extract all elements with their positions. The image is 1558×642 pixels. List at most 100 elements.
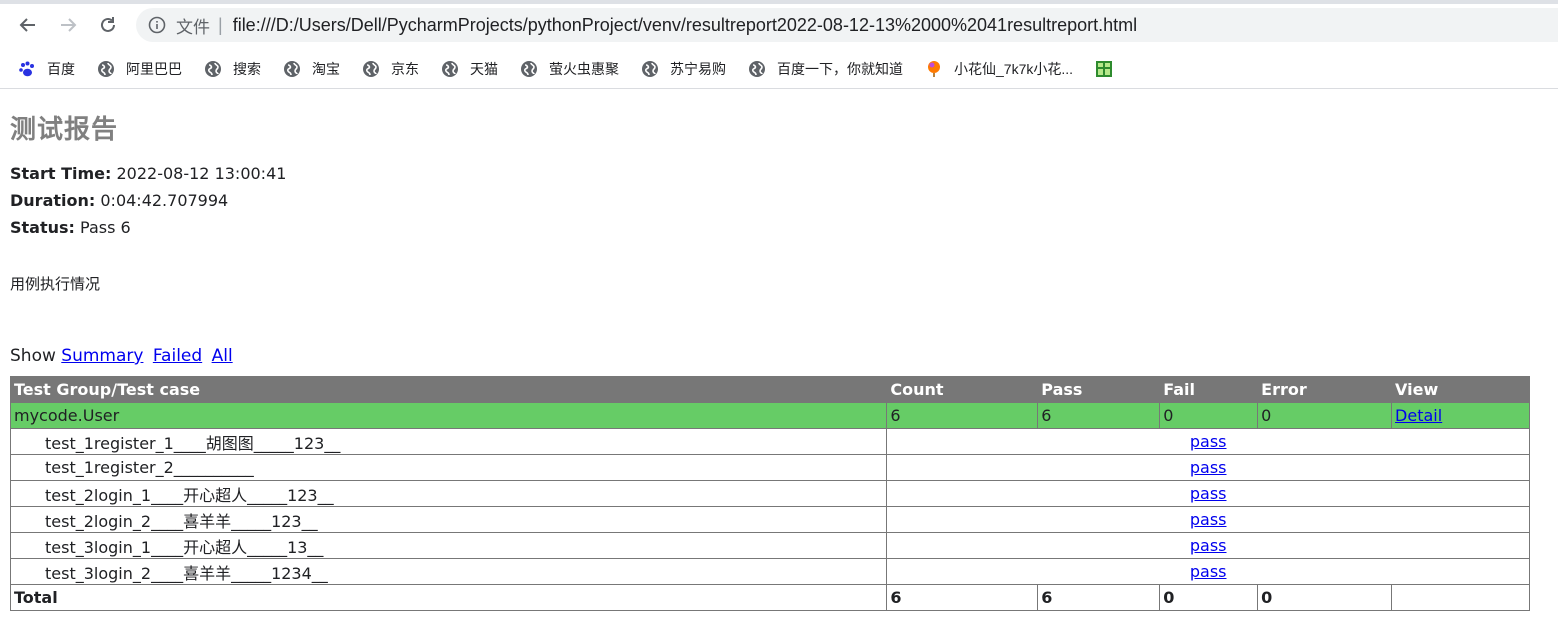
url-text[interactable]: file:///D:/Users/Dell/PycharmProjects/py… [233,15,1137,36]
bookmark-label: 小花仙_7k7k小花... [954,61,1074,77]
header-error: Error [1257,376,1393,403]
bookmark-firefly[interactable]: 萤火虫惠聚 [520,59,619,79]
status-line: Status: Pass 6 [10,214,1548,241]
report-description: 用例执行情况 [10,276,101,293]
bookmark-label: 天猫 [470,61,498,77]
case-status-cell: pass [886,428,1530,455]
case-status-cell: pass [886,532,1530,559]
bookmark-jd[interactable]: 京东 [362,59,419,79]
header-pass: Pass [1037,376,1161,403]
info-icon[interactable] [148,16,166,34]
bookmark-alibaba[interactable]: 阿里巴巴 [97,59,182,79]
pass-link[interactable]: pass [1190,458,1227,477]
bookmark-tmall[interactable]: 天猫 [441,59,498,79]
bookmark-label: 百度一下，你就知道 [777,61,903,77]
pass-link[interactable]: pass [1190,536,1227,555]
total-label: Total [9,584,888,611]
address-bar[interactable]: 文件 | file:///D:/Users/Dell/PycharmProjec… [136,8,1558,42]
start-time-value: 2022-08-12 13:00:41 [116,164,287,183]
bookmark-baidu[interactable]: 百度 [18,59,75,79]
bookmark-label: 阿里巴巴 [126,61,182,77]
globe-icon [362,60,380,78]
start-time-line: Start Time: 2022-08-12 13:00:41 [10,160,1548,187]
bookmark-label: 京东 [391,61,419,77]
pass-link[interactable]: pass [1190,432,1227,451]
total-error: 0 [1257,584,1393,611]
summary-link[interactable]: Summary [61,346,143,366]
globe-icon [748,60,766,78]
failed-link[interactable]: Failed [153,346,202,366]
globe-icon [97,60,115,78]
bookmark-suning[interactable]: 苏宁易购 [641,59,726,79]
detail-link[interactable]: Detail [1395,406,1442,425]
duration-value: 0:04:42.707994 [100,191,229,210]
bookmark-search[interactable]: 搜索 [204,59,261,79]
back-button[interactable] [14,11,42,39]
group-name: mycode.User [9,402,888,429]
bookmark-label: 百度 [47,61,75,77]
globe-icon [283,60,301,78]
forward-button[interactable] [54,11,82,39]
reload-icon [101,17,115,32]
show-label: Show [10,346,56,366]
omnibox-separator: | [218,14,223,35]
duration-label: Duration: [10,191,96,210]
bookmark-label: 淘宝 [312,61,340,77]
table-row: test_2login_1____开心超人_____123__ pass [9,480,1530,507]
total-count: 6 [886,584,1039,611]
total-pass: 6 [1037,584,1161,611]
globe-icon [441,60,459,78]
bookmark-apps[interactable] [1095,60,1124,78]
group-count: 6 [886,402,1039,429]
status-value: Pass 6 [80,218,131,237]
report-page: 测试报告 Start Time: 2022-08-12 13:00:41 Dur… [0,109,1558,611]
case-status-cell: pass [886,506,1530,533]
bookmark-label: 搜索 [233,61,261,77]
header-count: Count [886,376,1039,403]
header-fail: Fail [1159,376,1259,403]
bookmarks-bar: 百度 阿里巴巴 搜索 淘宝 京东 天猫 萤火虫惠聚 苏宁易购 百度一下，你就知道… [0,50,1558,89]
table-row: test_1register_2__________ pass [9,454,1530,481]
case-name: test_2login_2____喜羊羊_____123__ [9,506,888,533]
header-test-group: Test Group/Test case [9,376,888,403]
pass-link[interactable]: pass [1190,484,1227,503]
case-name: test_3login_1____开心超人_____13__ [9,532,888,559]
case-name: test_1register_1____胡图图_____123__ [9,428,888,455]
result-table: Test Group/Test case Count Pass Fail Err… [9,376,1530,611]
case-status-cell: pass [886,454,1530,481]
globe-icon [641,60,659,78]
duration-line: Duration: 0:04:42.707994 [10,187,1548,214]
bookmark-taobao[interactable]: 淘宝 [283,59,340,79]
flower-balloon-icon [925,60,943,78]
page-title: 测试报告 [10,114,119,144]
bookmark-baidu-search[interactable]: 百度一下，你就知道 [748,59,903,79]
globe-icon [520,60,538,78]
table-row: test_2login_2____喜羊羊_____123__ pass [9,506,1530,533]
bookmark-label: 萤火虫惠聚 [549,61,619,77]
header-view: View [1391,376,1530,403]
total-fail: 0 [1159,584,1259,611]
table-header-row: Test Group/Test case Count Pass Fail Err… [9,376,1530,403]
bookmark-xiaohuaxian[interactable]: 小花仙_7k7k小花... [925,59,1073,79]
table-row: test_1register_1____胡图图_____123__ pass [9,428,1530,455]
green-grid-icon [1095,60,1113,78]
case-name: test_1register_2__________ [9,454,888,481]
arrow-right-icon [61,18,77,32]
start-time-label: Start Time: [10,164,112,183]
pass-link[interactable]: pass [1190,510,1227,529]
bookmark-label: 苏宁易购 [670,61,726,77]
page-type-label: 文件 [176,17,210,37]
globe-icon [204,60,222,78]
all-link[interactable]: All [212,346,233,366]
browser-toolbar: 文件 | file:///D:/Users/Dell/PycharmProjec… [0,0,1558,50]
case-name: test_3login_2____喜羊羊_____1234__ [9,558,888,585]
table-row: test_3login_1____开心超人_____13__ pass [9,532,1530,559]
status-label: Status: [10,218,75,237]
total-row: Total 6 6 0 0 [9,584,1530,611]
pass-link[interactable]: pass [1190,562,1227,581]
arrow-left-icon [19,18,35,32]
baidu-paw-icon [18,60,36,78]
reload-button[interactable] [94,11,122,39]
group-pass: 6 [1037,402,1161,429]
group-row: mycode.User 6 6 0 0 Detail [9,402,1530,429]
